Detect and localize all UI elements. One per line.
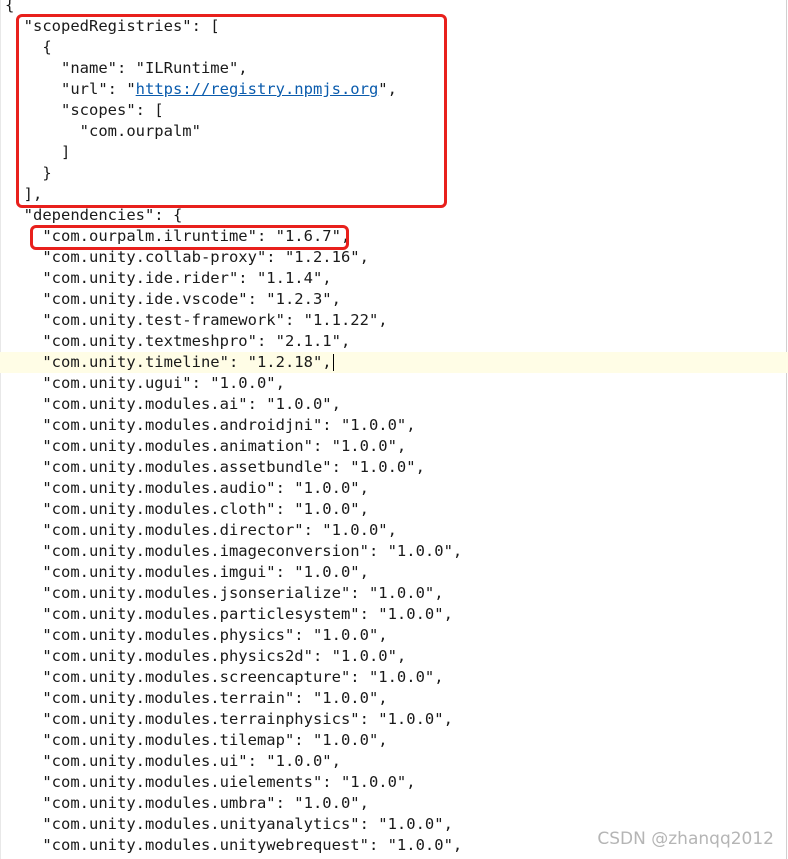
code-line-text: "com.unity.modules.ui": "1.0.0",	[5, 752, 341, 770]
code-line[interactable]: "com.ourpalm.ilruntime": "1.6.7",	[0, 226, 788, 247]
code-line[interactable]: "com.unity.modules.imageconversion": "1.…	[0, 541, 788, 562]
code-line-text: "com.unity.modules.audio": "1.0.0",	[5, 479, 369, 497]
code-line-text: }	[5, 164, 52, 182]
code-line[interactable]: "com.unity.modules.screencapture": "1.0.…	[0, 667, 788, 688]
code-line[interactable]: "com.unity.modules.ui": "1.0.0",	[0, 751, 788, 772]
code-line-text: "com.ourpalm"	[5, 122, 201, 140]
code-line-text: "com.unity.modules.uielements": "1.0.0",	[5, 773, 416, 791]
code-line-text: "com.unity.ugui": "1.0.0",	[5, 374, 285, 392]
code-line[interactable]: "com.unity.modules.umbra": "1.0.0",	[0, 793, 788, 814]
code-line-text: "scopedRegistries": [	[5, 17, 220, 35]
code-line-text: "com.unity.test-framework": "1.1.22",	[5, 311, 388, 329]
code-line[interactable]: "com.unity.collab-proxy": "1.2.16",	[0, 247, 788, 268]
code-line-text: "com.ourpalm.ilruntime": "1.6.7",	[5, 227, 351, 245]
code-line-text: "com.unity.modules.physics": "1.0.0",	[5, 626, 388, 644]
code-line[interactable]: ]	[0, 142, 788, 163]
code-line-text: "com.unity.modules.umbra": "1.0.0",	[5, 794, 369, 812]
url-line-suffix: ",	[378, 80, 397, 98]
code-line-text: "scopes": [	[5, 101, 164, 119]
code-line-current[interactable]: "com.unity.timeline": "1.2.18",	[0, 352, 788, 373]
code-line[interactable]: "com.unity.modules.ai": "1.0.0",	[0, 394, 788, 415]
code-line-text: "com.unity.collab-proxy": "1.2.16",	[5, 248, 369, 266]
text-caret	[332, 354, 334, 371]
code-line[interactable]: "url": "https://registry.npmjs.org",	[0, 79, 788, 100]
code-line[interactable]: "name": "ILRuntime",	[0, 58, 788, 79]
code-line-text: "com.unity.modules.screencapture": "1.0.…	[5, 668, 444, 686]
code-line-text: "com.unity.modules.imageconversion": "1.…	[5, 542, 463, 560]
url-line-prefix: "url": "	[5, 80, 136, 98]
code-line-text: "com.unity.modules.physics2d": "1.0.0",	[5, 647, 407, 665]
code-line[interactable]: ],	[0, 184, 788, 205]
code-line[interactable]: "com.unity.modules.audio": "1.0.0",	[0, 478, 788, 499]
code-line[interactable]: "com.unity.test-framework": "1.1.22",	[0, 310, 788, 331]
code-line[interactable]: "com.unity.modules.jsonserialize": "1.0.…	[0, 583, 788, 604]
code-line-text: "com.unity.timeline": "1.2.18",	[5, 353, 332, 371]
code-line-text: "com.unity.modules.assetbundle": "1.0.0"…	[5, 458, 425, 476]
code-line-text: "com.unity.modules.unitywebrequest": "1.…	[5, 836, 463, 854]
code-line-text: "dependencies": {	[5, 206, 183, 224]
code-line-text: ]	[5, 143, 71, 161]
code-line-text: "com.unity.ide.rider": "1.1.4",	[5, 269, 332, 287]
code-line[interactable]: "scopes": [	[0, 100, 788, 121]
code-line-text: "com.unity.modules.unityanalytics": "1.0…	[5, 815, 453, 833]
code-line-text: "com.unity.modules.tilemap": "1.0.0",	[5, 731, 388, 749]
code-line-text: "com.unity.modules.cloth": "1.0.0",	[5, 500, 369, 518]
code-line[interactable]: "com.unity.ide.vscode": "1.2.3",	[0, 289, 788, 310]
code-line-text: {	[5, 0, 15, 14]
code-line[interactable]: "dependencies": {	[0, 205, 788, 226]
code-line[interactable]: "com.unity.ugui": "1.0.0",	[0, 373, 788, 394]
code-line[interactable]: "scopedRegistries": [	[0, 16, 788, 37]
code-line[interactable]: "com.unity.modules.androidjni": "1.0.0",	[0, 415, 788, 436]
code-line-text: "com.unity.textmeshpro": "2.1.1",	[5, 332, 351, 350]
code-line-text: "com.unity.modules.imgui": "1.0.0",	[5, 563, 369, 581]
code-line[interactable]: "com.unity.modules.animation": "1.0.0",	[0, 436, 788, 457]
code-line[interactable]: {	[0, 37, 788, 58]
code-line[interactable]: "com.unity.textmeshpro": "2.1.1",	[0, 331, 788, 352]
code-line-text: "com.unity.modules.animation": "1.0.0",	[5, 437, 407, 455]
code-line-text: "com.unity.modules.particlesystem": "1.0…	[5, 605, 453, 623]
code-line[interactable]: "com.unity.modules.physics": "1.0.0",	[0, 625, 788, 646]
code-line[interactable]: "com.ourpalm"	[0, 121, 788, 142]
code-line-text: "com.unity.modules.jsonserialize": "1.0.…	[5, 584, 444, 602]
code-line[interactable]: "com.unity.modules.director": "1.0.0",	[0, 520, 788, 541]
code-line-text: "name": "ILRuntime",	[5, 59, 248, 77]
code-line[interactable]: {	[0, 0, 788, 16]
code-line[interactable]: "com.unity.modules.tilemap": "1.0.0",	[0, 730, 788, 751]
registry-url-link[interactable]: https://registry.npmjs.org	[136, 80, 379, 98]
code-line[interactable]: "com.unity.ide.rider": "1.1.4",	[0, 268, 788, 289]
code-line[interactable]: "com.unity.modules.uielements": "1.0.0",	[0, 772, 788, 793]
code-line-text: {	[5, 38, 52, 56]
code-line[interactable]: "com.unity.modules.cloth": "1.0.0",	[0, 499, 788, 520]
code-line-text: "com.unity.modules.androidjni": "1.0.0",	[5, 416, 416, 434]
code-line-text: "com.unity.modules.terrain": "1.0.0",	[5, 689, 388, 707]
code-line[interactable]: }	[0, 163, 788, 184]
code-editor[interactable]: { "scopedRegistries": [ { "name": "ILRun…	[0, 0, 788, 859]
code-line-text: "com.unity.modules.terrainphysics": "1.0…	[5, 710, 453, 728]
code-line-text: "com.unity.modules.ai": "1.0.0",	[5, 395, 341, 413]
code-line[interactable]: "com.unity.modules.terrainphysics": "1.0…	[0, 709, 788, 730]
code-line[interactable]: "com.unity.modules.physics2d": "1.0.0",	[0, 646, 788, 667]
code-line-text: ],	[5, 185, 43, 203]
code-line[interactable]: "com.unity.modules.terrain": "1.0.0",	[0, 688, 788, 709]
code-line-text: "com.unity.ide.vscode": "1.2.3",	[5, 290, 341, 308]
code-line[interactable]: "com.unity.modules.particlesystem": "1.0…	[0, 604, 788, 625]
watermark: CSDN @zhanqq2012	[597, 829, 774, 849]
code-line-text: "com.unity.modules.director": "1.0.0",	[5, 521, 397, 539]
code-line[interactable]: "com.unity.modules.imgui": "1.0.0",	[0, 562, 788, 583]
code-line[interactable]: "com.unity.modules.assetbundle": "1.0.0"…	[0, 457, 788, 478]
